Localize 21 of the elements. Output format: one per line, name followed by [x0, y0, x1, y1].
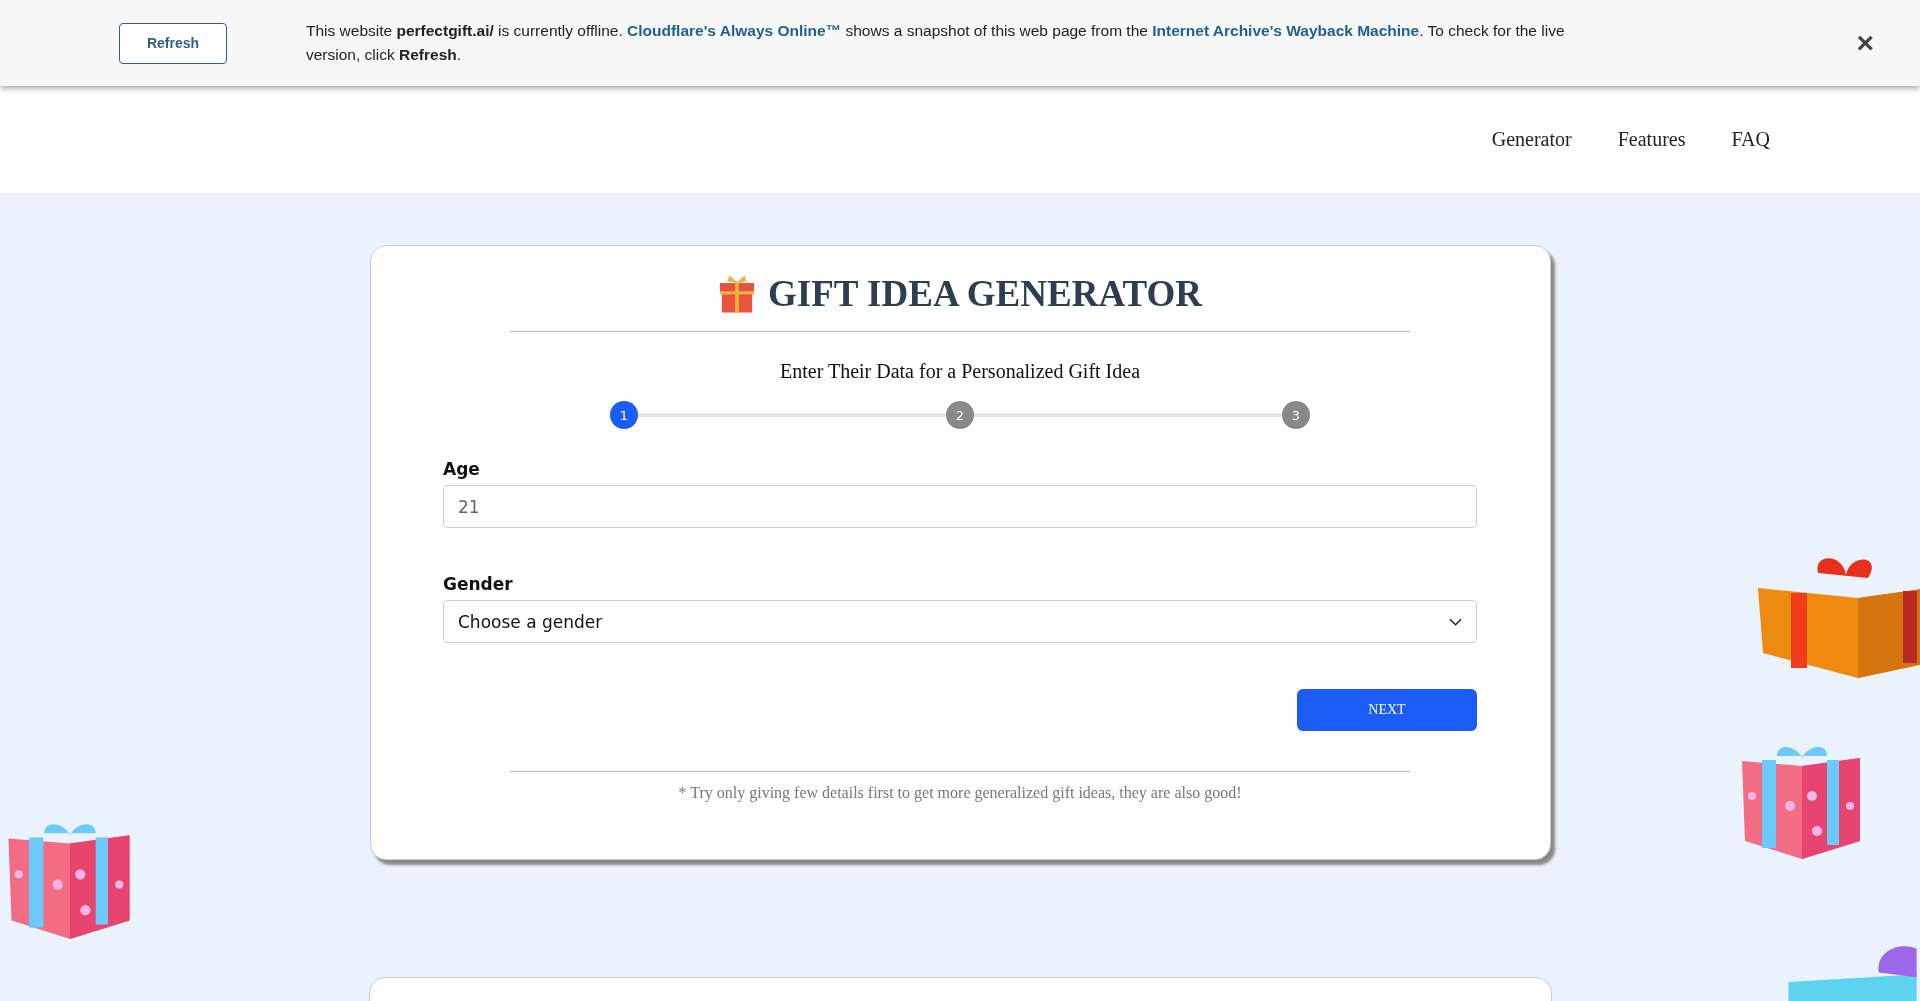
next-button[interactable]: NEXT — [1297, 689, 1477, 731]
chevron-down-icon — [1449, 617, 1462, 626]
gift-icon — [718, 273, 757, 314]
close-button[interactable]: × — [1852, 28, 1878, 58]
nav-link[interactable]: Generator — [1491, 128, 1572, 151]
nav-link[interactable]: Features — [1617, 128, 1686, 151]
gender-dropdown[interactable]: Choose a gender — [443, 600, 1477, 643]
notice-link[interactable]: Internet Archive's Wayback Machine — [1152, 22, 1420, 39]
notice-text: This website perfectgift.ai/ is currently offline. Cloudflare's Always Online™ shows a snapshot of this web page from the Internet Archive's Wayback Machine. To check for the live version, click Refresh. — [306, 21, 1566, 65]
subtitle: Enter Their Data for a Personalized Gift Idea — [780, 360, 1140, 383]
field-label: Age — [443, 459, 481, 479]
step-indicator: 1 — [610, 401, 638, 429]
step-indicator: 2 — [946, 401, 974, 429]
nav-link[interactable]: FAQ — [1731, 128, 1770, 151]
notice-link[interactable]: Cloudflare's Always Online™ — [627, 22, 842, 39]
page-title: GIFT IDEA GENERATOR — [768, 272, 1202, 315]
step-indicator: 3 — [1282, 401, 1310, 429]
field-label: Gender — [443, 574, 514, 594]
age-input[interactable]: 21 — [443, 485, 1477, 528]
footnote: * Try only giving few details first to get more generalized gift ideas, they are also good! — [678, 784, 1242, 802]
refresh-button[interactable]: Refresh — [119, 22, 227, 64]
